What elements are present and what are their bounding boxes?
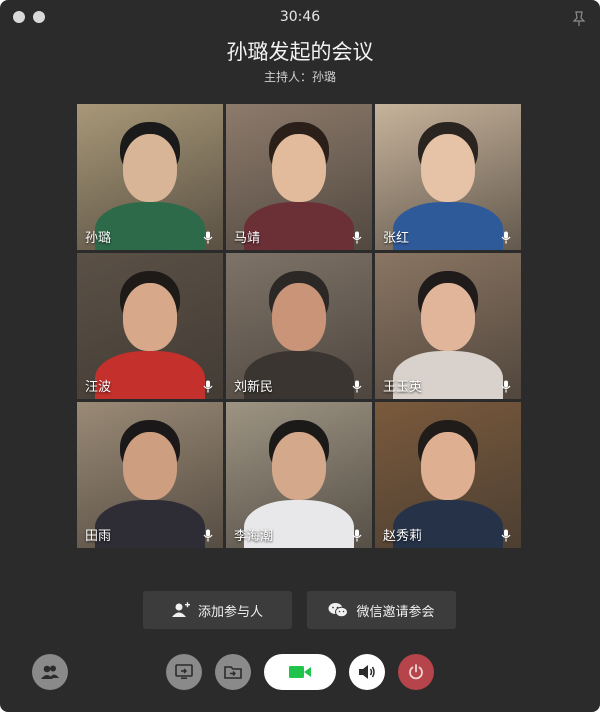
meeting-title: 孙璐发起的会议 — [226, 40, 374, 64]
participant-tile[interactable]: 孙璐 — [77, 104, 223, 250]
speaker-icon — [359, 665, 375, 679]
participant-name: 田雨 — [85, 529, 112, 544]
microphone-icon — [203, 529, 213, 542]
microphone-icon — [352, 231, 362, 244]
add-participant-button[interactable]: 添加参与人 — [143, 591, 292, 629]
participant-face — [272, 283, 326, 351]
microphone-icon — [352, 529, 362, 542]
participants-button[interactable] — [32, 654, 68, 690]
camera-toggle-button[interactable] — [264, 654, 336, 690]
microphone-icon — [203, 231, 213, 244]
participant-name: 张红 — [383, 231, 410, 246]
wechat-invite-button[interactable]: 微信邀请参会 — [307, 591, 456, 629]
participant-torso — [95, 202, 205, 250]
wechat-invite-label: 微信邀请参会 — [356, 604, 435, 620]
participant-face — [421, 283, 475, 351]
participants-icon — [41, 665, 59, 679]
participant-tile[interactable]: 刘新民 — [226, 253, 372, 399]
participant-torso — [393, 202, 503, 250]
power-icon — [409, 664, 423, 680]
participant-face — [123, 432, 177, 500]
participant-name: 王玉英 — [383, 380, 423, 395]
speaker-button[interactable] — [349, 654, 385, 690]
participant-name: 赵秀莉 — [383, 529, 423, 544]
participant-name: 刘新民 — [234, 380, 274, 395]
microphone-icon — [501, 380, 511, 393]
participant-tile[interactable]: 张红 — [375, 104, 521, 250]
participant-name: 李海潮 — [234, 529, 274, 544]
add-participant-label: 添加参与人 — [197, 604, 263, 620]
video-camera-icon — [289, 666, 311, 678]
participant-name: 孙璐 — [85, 231, 112, 246]
hang-up-button[interactable] — [398, 654, 434, 690]
participant-name: 马靖 — [234, 231, 261, 246]
participant-torso — [95, 351, 205, 399]
meeting-timer: 30:46 — [279, 9, 321, 25]
participant-name: 汪波 — [85, 380, 112, 395]
wechat-icon — [328, 603, 349, 618]
participant-torso — [95, 500, 205, 548]
host-label: 主持人：孙璐 — [263, 70, 336, 84]
participant-torso — [244, 202, 354, 250]
participant-face — [272, 432, 326, 500]
participant-face — [421, 432, 475, 500]
microphone-icon — [352, 380, 362, 393]
participant-face — [272, 134, 326, 202]
microphone-icon — [501, 231, 511, 244]
add-person-icon — [171, 602, 190, 617]
folder-share-icon — [224, 666, 242, 679]
video-grid: 孙璐 马靖 张红汪波 刘新民 王玉英田雨 李海潮 赵秀莉 — [77, 104, 521, 548]
pin-icon[interactable] — [572, 11, 586, 27]
participant-face — [421, 134, 475, 202]
screen-share-icon — [175, 664, 193, 679]
participant-face — [123, 134, 177, 202]
share-file-button[interactable] — [215, 654, 251, 690]
screen-share-button[interactable] — [166, 654, 202, 690]
participant-tile[interactable]: 赵秀莉 — [375, 402, 521, 548]
participant-tile[interactable]: 马靖 — [226, 104, 372, 250]
participant-tile[interactable]: 李海潮 — [226, 402, 372, 548]
participant-tile[interactable]: 汪波 — [77, 253, 223, 399]
participant-face — [123, 283, 177, 351]
participant-tile[interactable]: 王玉英 — [375, 253, 521, 399]
meeting-window: 30:46 孙璐发起的会议 主持人：孙璐 孙璐 马靖 张红汪波 刘新民 王玉英田雨 李海潮… — [0, 0, 600, 712]
microphone-icon — [501, 529, 511, 542]
participant-tile[interactable]: 田雨 — [77, 402, 223, 548]
microphone-icon — [203, 380, 213, 393]
